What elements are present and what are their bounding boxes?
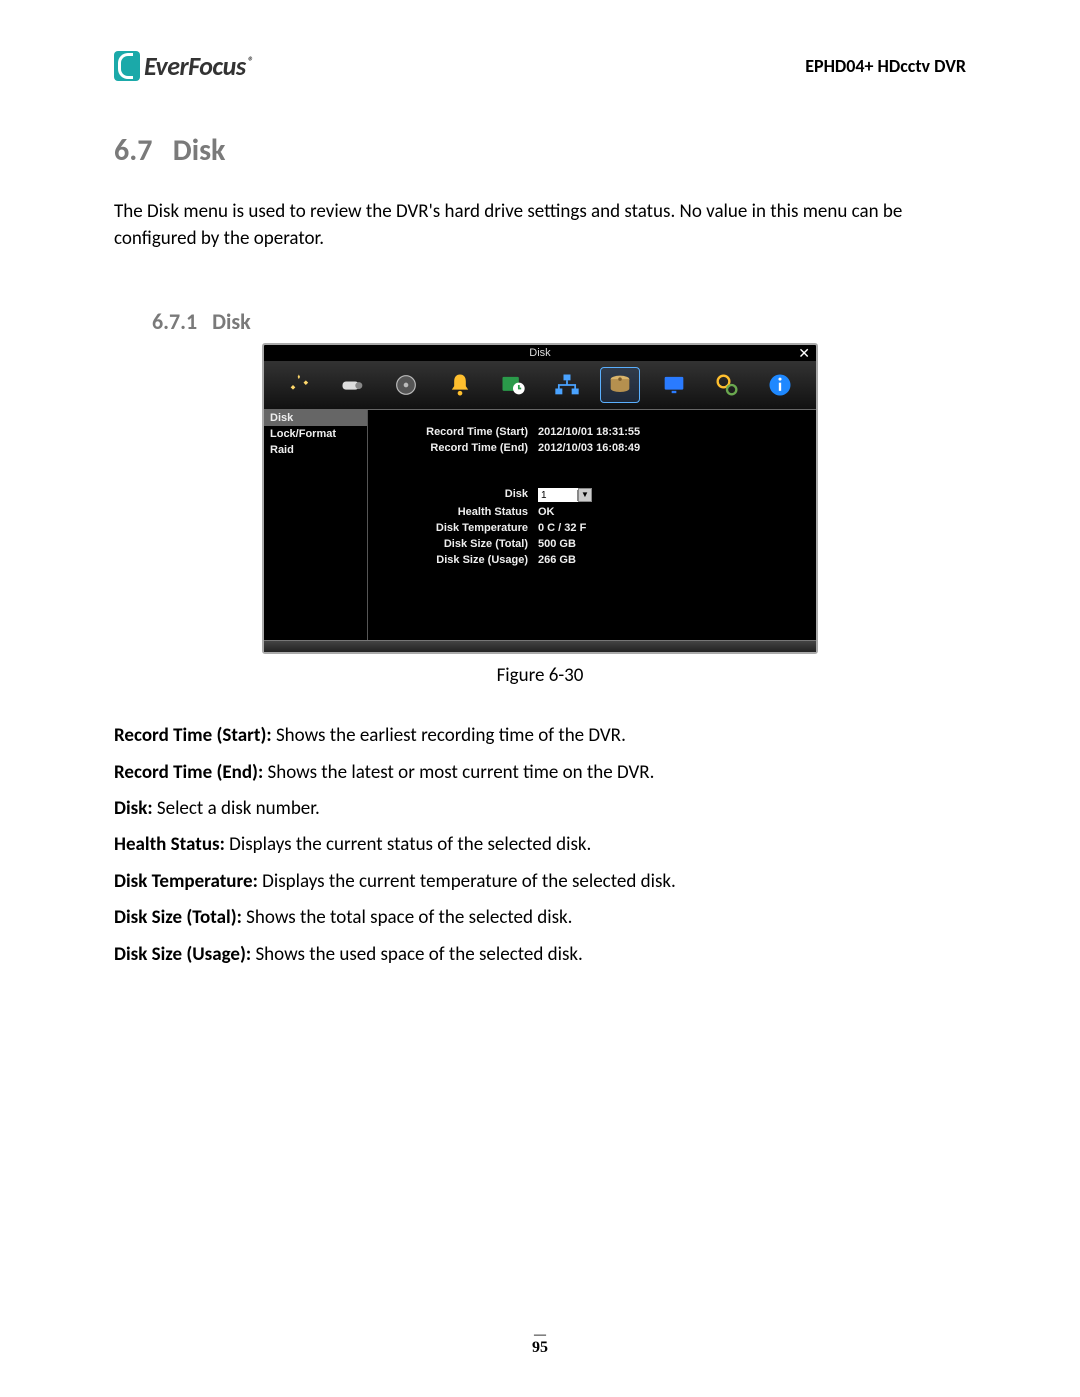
def-health: Health Status: Displays the current stat… xyxy=(114,830,966,860)
dvr-bottombar xyxy=(264,640,816,652)
brand-name: EverFocus® xyxy=(144,50,253,82)
display-icon[interactable] xyxy=(654,367,693,403)
wizard-icon[interactable] xyxy=(280,367,319,403)
page-number: 95 xyxy=(0,1329,1080,1357)
dvr-toolbar xyxy=(264,361,816,410)
record-start-value: 2012/10/01 18:31:55 xyxy=(538,426,640,438)
def-size-total: Disk Size (Total): Shows the total space… xyxy=(114,903,966,933)
sidebar-item-lockformat[interactable]: Lock/Format xyxy=(264,426,367,442)
camera-icon[interactable] xyxy=(333,367,372,403)
alarm-icon[interactable] xyxy=(440,367,479,403)
section-intro: The Disk menu is used to review the DVR'… xyxy=(114,199,966,252)
disk-select-value: 1 xyxy=(538,490,578,501)
health-value: OK xyxy=(538,506,555,518)
temp-value: 0 C / 32 F xyxy=(538,522,586,534)
figure-caption: Figure 6-30 xyxy=(114,664,966,687)
def-temp: Disk Temperature: Displays the current t… xyxy=(114,867,966,897)
logo-mark-icon xyxy=(114,51,140,81)
disk-icon[interactable] xyxy=(600,367,640,403)
dvr-titlebar: Disk ✕ xyxy=(264,345,816,361)
temp-label: Disk Temperature xyxy=(378,522,538,534)
brand-logo: EverFocus® xyxy=(114,50,253,82)
definitions-list: Record Time (Start): Shows the earliest … xyxy=(114,721,966,970)
size-total-value: 500 GB xyxy=(538,538,576,550)
def-disk: Disk: Select a disk number. xyxy=(114,794,966,824)
def-size-usage: Disk Size (Usage): Shows the used space … xyxy=(114,940,966,970)
health-label: Health Status xyxy=(378,506,538,518)
record-end-value: 2012/10/03 16:08:49 xyxy=(538,442,640,454)
def-record-start: Record Time (Start): Shows the earliest … xyxy=(114,721,966,751)
info-icon[interactable] xyxy=(761,367,800,403)
page-header: EverFocus® EPHD04+ HDcctv DVR xyxy=(114,50,966,82)
size-usage-label: Disk Size (Usage) xyxy=(378,554,538,566)
subsection-heading: 6.7.1 Disk xyxy=(152,308,966,335)
network-icon[interactable] xyxy=(547,367,586,403)
size-usage-value: 266 GB xyxy=(538,554,576,566)
sidebar-item-raid[interactable]: Raid xyxy=(264,442,367,458)
dvr-screenshot: Disk ✕ xyxy=(262,343,818,654)
close-icon[interactable]: ✕ xyxy=(798,345,810,362)
def-record-end: Record Time (End): Shows the latest or m… xyxy=(114,758,966,788)
record-icon[interactable] xyxy=(387,367,426,403)
dvr-sidebar: Disk Lock/Format Raid xyxy=(264,410,368,640)
datetime-icon[interactable] xyxy=(494,367,533,403)
dvr-title: Disk xyxy=(529,347,550,359)
section-heading: 6.7 Disk xyxy=(114,132,966,169)
chevron-down-icon[interactable]: ▼ xyxy=(578,488,592,502)
dvr-content: Record Time (Start) 2012/10/01 18:31:55 … xyxy=(368,410,816,640)
product-name: EPHD04+ HDcctv DVR xyxy=(805,55,966,77)
sidebar-item-disk[interactable]: Disk xyxy=(264,410,367,426)
disk-select[interactable]: 1 ▼ xyxy=(538,488,592,502)
disk-label: Disk xyxy=(378,488,538,502)
size-total-label: Disk Size (Total) xyxy=(378,538,538,550)
record-end-label: Record Time (End) xyxy=(378,442,538,454)
settings-icon[interactable] xyxy=(707,367,746,403)
record-start-label: Record Time (Start) xyxy=(378,426,538,438)
